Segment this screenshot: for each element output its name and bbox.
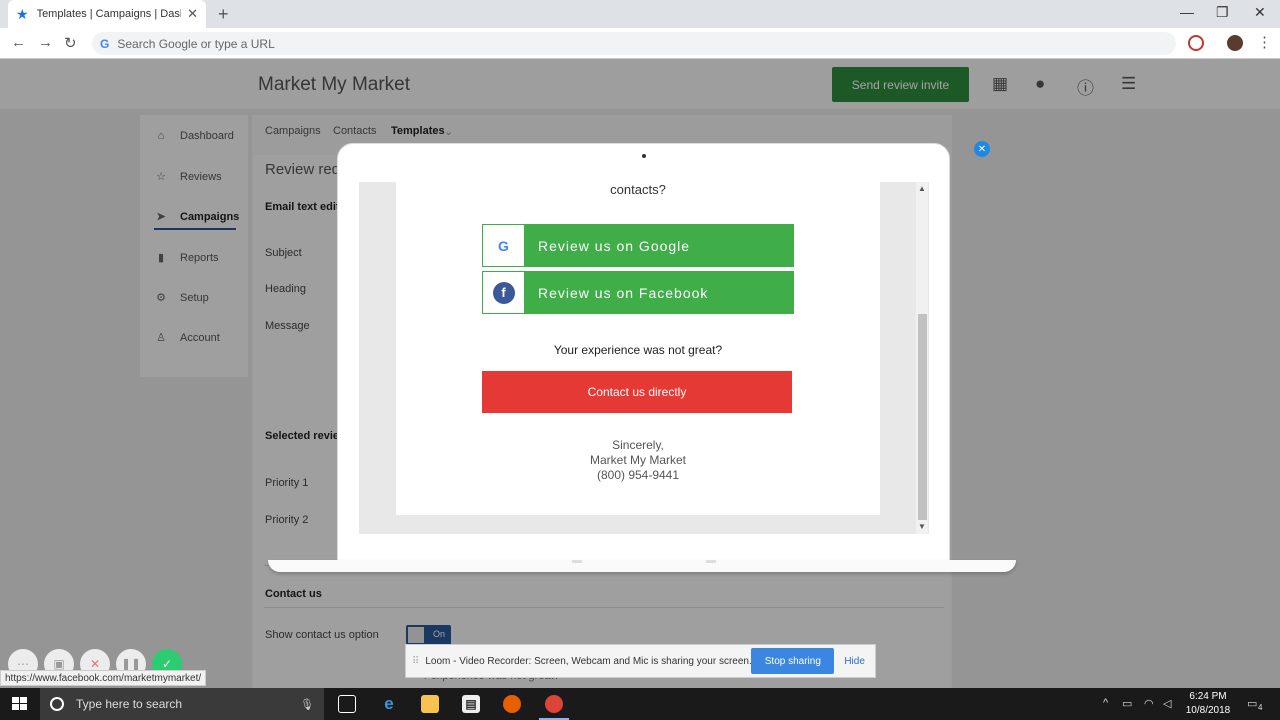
omnibox-placeholder: Search Google or type a URL <box>117 36 275 51</box>
review-facebook-button[interactable]: f Review us on Facebook <box>482 271 794 314</box>
new-tab-icon[interactable]: + <box>218 4 229 25</box>
firefox-icon[interactable] <box>503 695 521 713</box>
wifi-icon[interactable]: ◠ <box>1144 697 1154 710</box>
base-notch <box>706 560 716 563</box>
review-google-label: Review us on Google <box>538 237 691 254</box>
preview-screen: contacts? G Review us on Google f Review… <box>359 182 929 534</box>
loom-sharing-message: Loom - Video Recorder: Screen, Webcam an… <box>425 655 752 667</box>
question-text: contacts? <box>610 182 666 197</box>
microphone-icon[interactable]: 🎙 <box>300 698 314 711</box>
not-great-text: Your experience was not great? <box>553 343 723 357</box>
task-view-icon[interactable] <box>338 695 356 713</box>
clock-time: 6:24 PM <box>1189 691 1227 702</box>
loom-sharing-banner: ⠿ Loom - Video Recorder: Screen, Webcam … <box>405 644 876 678</box>
reload-icon[interactable]: ↻ <box>64 34 77 52</box>
browser-tab[interactable]: ★ Templates | Campaigns | Dashbo ✕ <box>8 0 206 28</box>
forward-icon[interactable]: → <box>38 34 53 51</box>
restore-icon[interactable]: ❐ <box>1216 4 1229 21</box>
signature-sincerely: Sincerely, <box>612 438 664 452</box>
browser-toolbar: ← → ↻ G Search Google or type a URL ⋮ <box>0 28 1280 59</box>
store-icon[interactable]: ▤ <box>462 695 480 713</box>
scroll-down-icon[interactable]: ▼ <box>918 522 926 531</box>
tray-chevron-icon[interactable]: ^ <box>1103 697 1108 709</box>
minimize-icon[interactable]: — <box>1180 4 1194 20</box>
browser-menu-icon[interactable]: ⋮ <box>1257 33 1272 51</box>
chrome-icon[interactable] <box>539 695 569 720</box>
stop-sharing-button[interactable]: Stop sharing <box>751 648 835 674</box>
status-bar-url: https://www.facebook.com/marketmymarket/ <box>0 670 207 686</box>
clock-date: 10/8/2018 <box>1185 705 1231 716</box>
preview-scrollbar[interactable]: ▲ ▼ <box>916 182 928 534</box>
omnibox[interactable]: G Search Google or type a URL <box>92 32 1176 55</box>
close-icon[interactable]: ✕ <box>974 141 990 157</box>
email-preview-laptop: contacts? G Review us on Google f Review… <box>337 143 950 563</box>
hide-link[interactable]: Hide <box>844 656 865 667</box>
notification-count: 4 <box>1258 703 1263 712</box>
back-icon[interactable]: ← <box>11 34 26 51</box>
browser-tab-strip: ★ Templates | Campaigns | Dashbo ✕ + — ❐… <box>0 0 1280 28</box>
tab-title: Templates | Campaigns | Dashbo <box>36 8 182 20</box>
drag-handle-icon[interactable]: ⠿ <box>412 656 419 667</box>
review-google-button[interactable]: G Review us on Google <box>482 224 794 267</box>
battery-icon[interactable]: ▭ <box>1122 697 1132 710</box>
windows-start-icon[interactable] <box>12 697 28 711</box>
facebook-logo-icon: f <box>483 272 524 313</box>
cortana-icon <box>50 697 64 711</box>
email-preview: contacts? G Review us on Google f Review… <box>396 182 880 515</box>
taskbar-search-placeholder: Type here to search <box>76 697 183 711</box>
extension-icon[interactable] <box>1188 35 1204 51</box>
taskbar-clock[interactable]: 6:24 PM 10/8/2018 <box>1180 690 1236 718</box>
google-g-icon: G <box>100 36 110 51</box>
scroll-up-icon[interactable]: ▲ <box>918 184 926 193</box>
taskbar-search[interactable]: Type here to search 🎙 <box>40 688 324 720</box>
google-logo-icon: G <box>483 225 524 266</box>
tab-close-icon[interactable]: ✕ <box>187 6 198 22</box>
profile-avatar[interactable] <box>1227 35 1243 51</box>
camera-dot <box>642 154 646 158</box>
edge-icon[interactable]: e <box>380 694 398 713</box>
volume-icon[interactable]: ◁ <box>1163 697 1171 710</box>
contact-us-directly-button[interactable]: Contact us directly <box>482 371 792 413</box>
page: Market My Market Send review invite ▦ ● … <box>0 59 1280 688</box>
laptop-base <box>268 560 1016 572</box>
scroll-thumb[interactable] <box>918 314 927 520</box>
base-notch <box>572 560 582 563</box>
file-explorer-icon[interactable] <box>421 695 439 713</box>
star-favicon-icon: ★ <box>16 5 29 22</box>
review-facebook-label: Review us on Facebook <box>538 284 709 301</box>
signature-company: Market My Market <box>589 453 686 467</box>
window-close-icon[interactable]: ✕ <box>1254 4 1266 21</box>
windows-taskbar: Type here to search 🎙 e ▤ ^ ▭ ◠ ◁ 6:24 P… <box>0 688 1280 720</box>
notifications-icon[interactable]: ▭ <box>1247 697 1257 710</box>
signature-phone: (800) 954-9441 <box>596 468 680 482</box>
